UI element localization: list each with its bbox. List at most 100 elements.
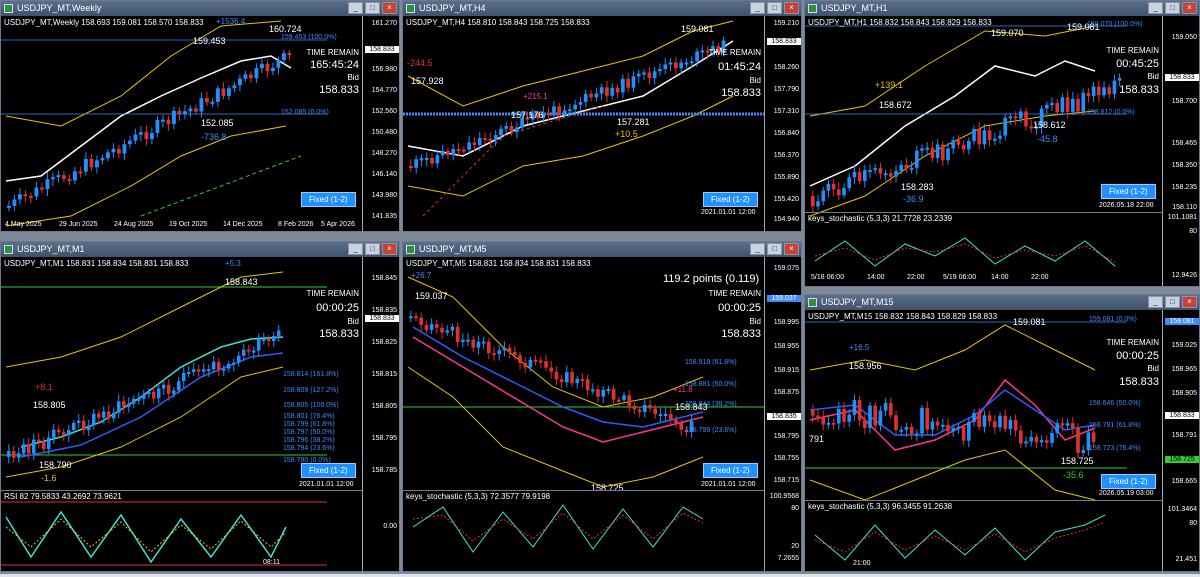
minimize-icon[interactable]: _	[750, 2, 765, 14]
price-tick: 158.235	[1171, 184, 1197, 191]
chart-window-m15[interactable]: USDJPY_MT,M15 _ □ × USDJPY_MT,M15 158.83…	[804, 294, 1200, 572]
stoch-tick: 101.1081	[1167, 214, 1197, 221]
candle	[935, 144, 940, 159]
maximize-icon[interactable]: □	[1165, 2, 1180, 14]
fixed-button[interactable]: Fixed (1-2)	[301, 463, 356, 478]
chart-plot-area[interactable]: USDJPY_MT,M5 158.831 158.834 158.831 158…	[403, 257, 801, 571]
close-icon[interactable]: ×	[784, 2, 799, 14]
candle	[29, 195, 33, 198]
price-label: 159.070	[991, 28, 1024, 38]
points-readout: 119.2 points (0.119)	[663, 273, 760, 285]
minimize-icon[interactable]: _	[348, 243, 363, 255]
candle	[466, 339, 470, 342]
minimize-icon[interactable]: _	[750, 243, 765, 255]
price-label: 158.725	[1061, 456, 1094, 466]
chart-window-h4[interactable]: USDJPY_MT,H4 _ □ × USDJPY_MT,H4 158.810 …	[402, 0, 802, 232]
maximize-icon[interactable]: □	[365, 2, 380, 14]
chart-window-m1[interactable]: USDJPY_MT,M1 _ □ × USDJPY_MT,M1 158.831 …	[0, 241, 400, 572]
window-titlebar[interactable]: USDJPY_MT,M5 _ □ ×	[403, 242, 801, 257]
price-axis[interactable]: 159.075 159.037 158.995 158.955 158.915 …	[764, 257, 801, 571]
close-icon[interactable]: ×	[382, 2, 397, 14]
candle	[462, 149, 466, 152]
maximize-icon[interactable]: □	[767, 243, 782, 255]
candle	[580, 378, 585, 381]
close-icon[interactable]: ×	[784, 243, 799, 255]
fixed-button[interactable]: Fixed (1-2)	[703, 463, 758, 478]
price-tick: 159.050	[1171, 34, 1197, 41]
candle	[166, 119, 171, 125]
candle	[899, 164, 904, 171]
price-axis[interactable]: 159.210 158.833 158.260 157.790 157.310 …	[764, 16, 801, 231]
candle	[573, 104, 578, 110]
candle	[956, 140, 961, 145]
fixed-button[interactable]: Fixed (1-2)	[1101, 184, 1156, 199]
candle	[515, 127, 519, 132]
minimize-icon[interactable]: _	[348, 2, 363, 14]
candle	[419, 158, 424, 161]
price-tick: 158.110	[1172, 204, 1197, 211]
price-tick: 158.791	[1171, 432, 1197, 439]
candle	[133, 134, 138, 141]
fixed-button[interactable]: Fixed (1-2)	[703, 192, 758, 207]
candle	[177, 381, 181, 391]
close-icon[interactable]: ×	[382, 243, 397, 255]
price-tick: 159.025	[1171, 342, 1197, 349]
candle	[419, 317, 424, 325]
fib-label: 158.801 (76.4%)	[283, 413, 335, 420]
candle	[12, 199, 17, 206]
minimize-icon[interactable]: _	[1148, 296, 1163, 308]
fib-label: 158.805 (100.0%)	[283, 402, 339, 409]
candle	[17, 453, 21, 458]
candle	[1024, 441, 1028, 444]
window-titlebar[interactable]: USDJPY_MT,M15 _ □ ×	[805, 295, 1199, 310]
candle	[1045, 440, 1049, 443]
minimize-icon[interactable]: _	[1148, 2, 1163, 14]
chart-window-weekly[interactable]: USDJPY_MT,Weekly _ □ × USDJPY_MT,Weekly …	[0, 0, 400, 232]
close-icon[interactable]: ×	[1182, 296, 1197, 308]
price-axis[interactable]: 159.050 158.833 158.700 158.465 158.350 …	[1162, 16, 1199, 286]
price-tick: 143.980	[371, 192, 397, 199]
chart-plot-area[interactable]: USDJPY_MT,Weekly 158.693 159.081 158.570…	[1, 16, 399, 231]
candle	[679, 62, 684, 69]
close-icon[interactable]: ×	[1182, 2, 1197, 14]
candle	[1024, 111, 1028, 127]
price-axis[interactable]: 161.270 158.833 156.980 154.770 152.560 …	[362, 16, 399, 231]
candle	[194, 108, 198, 112]
candle	[1055, 103, 1060, 113]
window-titlebar[interactable]: USDJPY_MT,Weekly _ □ ×	[1, 1, 399, 16]
price-axis[interactable]: 158.845 158.835 158.833 158.825 158.815 …	[362, 257, 399, 571]
candle	[941, 144, 945, 161]
price-axis[interactable]: 159.081 159.025 158.965 158.905 158.833 …	[1162, 310, 1199, 571]
candle	[559, 379, 564, 383]
fixed-button[interactable]: Fixed (1-2)	[301, 192, 356, 207]
maximize-icon[interactable]: □	[365, 243, 380, 255]
candle	[504, 126, 509, 129]
chart-window-h1[interactable]: USDJPY_MT,H1 _ □ × USDJPY_MT,H1 158.832 …	[804, 0, 1200, 287]
candle	[977, 413, 982, 427]
price-tick: 156.980	[371, 66, 397, 73]
candle	[32, 439, 36, 454]
fib-label: 158.723 (76.4%)	[1089, 445, 1141, 452]
fixed-button[interactable]: Fixed (1-2)	[1101, 474, 1156, 489]
ma-line	[407, 40, 734, 157]
chart-plot-area[interactable]: USDJPY_MT,H1 158.832 158.843 158.829 158…	[805, 16, 1199, 286]
stochastic-line	[412, 504, 704, 553]
chart-window-m5[interactable]: USDJPY_MT,M5 _ □ × USDJPY_MT,M5 158.831 …	[402, 241, 802, 572]
chart-plot-area[interactable]: USDJPY_MT,M1 158.831 158.834 158.831 158…	[1, 257, 399, 571]
chart-plot-area[interactable]: USDJPY_MT,M15 158.832 158.843 158.829 15…	[805, 310, 1199, 571]
maximize-icon[interactable]: □	[767, 2, 782, 14]
candle	[568, 109, 572, 112]
chart-plot-area[interactable]: USDJPY_MT,H4 158.810 158.843 158.725 158…	[403, 16, 801, 231]
candles	[7, 325, 281, 464]
candle	[461, 339, 465, 343]
window-titlebar[interactable]: USDJPY_MT,M1 _ □ ×	[1, 242, 399, 257]
candle	[977, 128, 982, 145]
candle	[837, 189, 841, 196]
window-titlebar[interactable]: USDJPY_MT,H1 _ □ ×	[805, 1, 1199, 16]
candle	[533, 359, 538, 362]
candle	[1060, 423, 1065, 426]
window-titlebar[interactable]: USDJPY_MT,H4 _ □ ×	[403, 1, 801, 16]
stochastic-header: keys_stochastic (5,3,3) 72.3577 79.9198	[406, 492, 551, 501]
price-label: -736.8	[201, 132, 227, 142]
maximize-icon[interactable]: □	[1165, 296, 1180, 308]
